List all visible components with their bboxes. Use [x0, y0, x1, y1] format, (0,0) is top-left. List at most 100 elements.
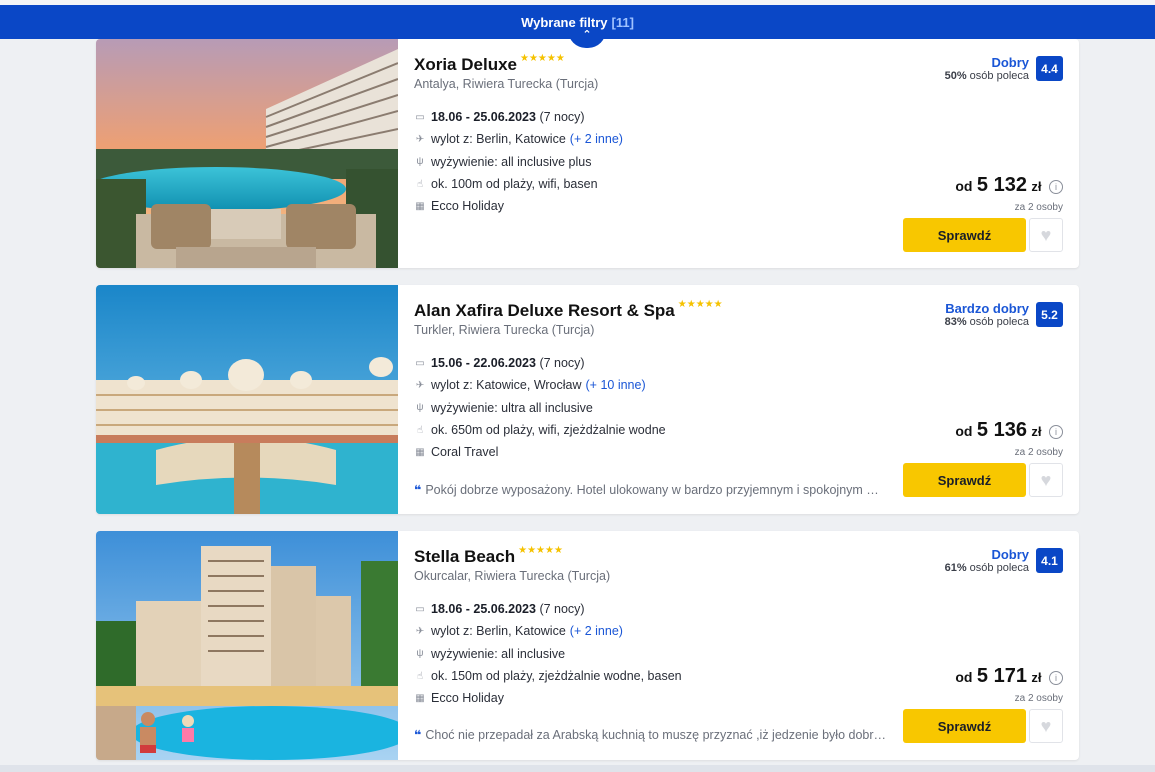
offer-details: ▭ 18.06 - 25.06.2023 (7 nocy) ✈ wylot z: B… — [414, 106, 623, 217]
rating-score: 4.4 — [1036, 56, 1063, 81]
rating-score: 5.2 — [1036, 302, 1063, 327]
hotel-rating: Bardzo dobry 83% osób poleca 5.2 — [945, 301, 1063, 328]
star-rating: ★★★★★ — [518, 545, 563, 556]
star-rating: ★★★★★ — [677, 299, 723, 310]
offer-price: od 5 171 zł i za 2 osoby — [955, 665, 1063, 704]
hotel-location: Okurcalar, Riwiera Turecka (Turcja) — [414, 569, 611, 583]
check-offer-button[interactable]: Sprawdź — [903, 463, 1026, 497]
price-note: za 2 osoby — [1014, 202, 1063, 213]
offer-price: od 5 132 zł i za 2 osoby — [955, 174, 1063, 213]
recommend-label: osób poleca — [969, 70, 1029, 82]
departure-more-link[interactable]: (+ 2 inne) — [570, 132, 623, 146]
offer-details: ▭ 18.06 - 25.06.2023 (7 nocy) ✈ wylot z: B… — [414, 598, 682, 709]
hotel-card: Stella Beach ★★★★★ Okurcalar, Riwiera Tur… — [96, 531, 1079, 760]
selected-filters-label: Wybrane filtry — [521, 14, 608, 30]
offer-board: wyżywienie: ultra all inclusive — [431, 400, 593, 415]
hotel-info: Xoria Deluxe ★★★★★ Antalya, Riwiera Turec… — [414, 39, 1079, 268]
selected-filters-bar[interactable]: Wybrane filtry [11] ⌃ — [0, 5, 1155, 48]
offer-departure: wylot z: Katowice, Wrocław — [431, 378, 582, 393]
cutlery-icon: ψ — [416, 648, 424, 660]
rating-label: Bardzo dobry — [945, 301, 1029, 316]
hotel-location: Turkler, Riwiera Turecka (Turcja) — [414, 323, 595, 337]
tour-operator: Ecco Holiday — [431, 691, 504, 706]
thumb-up-icon: ☝ — [416, 424, 424, 436]
offer-dates: 18.06 - 25.06.2023 — [431, 110, 536, 125]
recommend-label: osób poleca — [969, 316, 1029, 328]
hotel-card: Alan Xafira Deluxe Resort & Spa ★★★★★ Tur… — [96, 285, 1079, 514]
offer-nights: (7 nocy) — [539, 356, 585, 371]
hotel-info: Stella Beach ★★★★★ Okurcalar, Riwiera Tur… — [414, 531, 1079, 760]
hotel-name[interactable]: Alan Xafira Deluxe Resort & Spa ★★★★★ — [414, 299, 723, 321]
price-currency: zł — [1031, 179, 1042, 194]
selected-filters-count: [11] — [611, 14, 634, 30]
review-text: Pokój dobrze wyposażony. Hotel ulokowany… — [425, 483, 889, 497]
price-note: za 2 osoby — [1014, 693, 1063, 704]
offer-features: ok. 150m od plaży, zjeżdżalnie wodne, ba… — [431, 669, 682, 684]
offer-dates: 18.06 - 25.06.2023 — [431, 602, 536, 617]
recommend-percent: 50% — [944, 70, 967, 82]
hotel-photo[interactable] — [96, 285, 398, 514]
price-currency: zł — [1031, 670, 1042, 685]
tour-operator: Coral Travel — [431, 445, 499, 460]
offer-features: ok. 100m od plaży, wifi, basen — [431, 177, 598, 192]
tour-operator: Ecco Holiday — [431, 199, 504, 214]
info-icon[interactable]: i — [1049, 424, 1063, 439]
offer-dates: 15.06 - 22.06.2023 — [431, 356, 536, 371]
thumb-up-icon: ☝ — [416, 670, 424, 682]
rating-label: Dobry — [991, 547, 1029, 562]
hotel-photo[interactable] — [96, 39, 398, 268]
price-amount: 5 132 — [976, 174, 1027, 196]
price-amount: 5 136 — [976, 419, 1027, 441]
hotel-photo[interactable] — [96, 531, 398, 760]
price-prefix: od — [955, 423, 973, 439]
hotel-name[interactable]: Stella Beach ★★★★★ — [414, 545, 563, 567]
cutlery-icon: ψ — [416, 402, 424, 414]
building-icon: ▦ — [415, 446, 425, 458]
plane-icon: ✈ — [415, 625, 425, 637]
info-icon[interactable]: i — [1049, 179, 1063, 194]
thumb-up-icon: ☝ — [416, 178, 424, 190]
recommend-percent: 61% — [944, 562, 967, 574]
offer-nights: (7 nocy) — [539, 110, 585, 125]
price-note: za 2 osoby — [1014, 447, 1063, 458]
hotel-name[interactable]: Xoria Deluxe ★★★★★ — [414, 53, 565, 75]
rating-score: 4.1 — [1036, 548, 1063, 573]
favorite-heart-icon[interactable]: ♥ — [1029, 709, 1063, 743]
favorite-heart-icon[interactable]: ♥ — [1029, 463, 1063, 497]
offer-board: wyżywienie: all inclusive plus — [431, 154, 592, 169]
review-snippet[interactable]: ❝ Pokój dobrze wyposażony. Hotel ulokowan… — [414, 482, 889, 497]
departure-more-link[interactable]: (+ 10 inne) — [586, 378, 646, 392]
calendar-icon: ▭ — [415, 603, 425, 615]
offer-departure: wylot z: Berlin, Katowice — [431, 624, 566, 639]
review-snippet[interactable]: ❝ Choć nie przepadał za Arabską kuchnią t… — [414, 727, 889, 742]
recommend-percent: 83% — [944, 316, 967, 328]
plane-icon: ✈ — [415, 133, 425, 145]
price-prefix: od — [955, 669, 973, 685]
price-currency: zł — [1031, 424, 1042, 439]
building-icon: ▦ — [415, 200, 425, 212]
quote-icon: ❝ — [414, 483, 422, 497]
hotel-card: Xoria Deluxe ★★★★★ Antalya, Riwiera Turec… — [96, 39, 1079, 268]
hotel-rating: Dobry 50% osób poleca 4.4 — [945, 55, 1063, 82]
price-amount: 5 171 — [976, 665, 1027, 687]
calendar-icon: ▭ — [415, 111, 425, 123]
check-offer-button[interactable]: Sprawdź — [903, 709, 1026, 743]
offer-price: od 5 136 zł i za 2 osoby — [955, 419, 1063, 458]
offer-board: wyżywienie: all inclusive — [431, 646, 566, 661]
rating-label: Dobry — [991, 55, 1029, 70]
departure-more-link[interactable]: (+ 2 inne) — [570, 624, 623, 638]
hotel-info: Alan Xafira Deluxe Resort & Spa ★★★★★ Tur… — [414, 285, 1079, 514]
plane-icon: ✈ — [415, 379, 425, 391]
check-offer-button[interactable]: Sprawdź — [903, 218, 1026, 252]
offer-features: ok. 650m od plaży, wifi, zjeżdżalnie wod… — [431, 423, 666, 438]
price-prefix: od — [955, 178, 973, 194]
info-icon[interactable]: i — [1049, 670, 1063, 685]
review-text: Choć nie przepadał za Arabską kuchnią to… — [425, 728, 889, 742]
calendar-icon: ▭ — [415, 357, 425, 369]
hotel-rating: Dobry 61% osób poleca 4.1 — [945, 547, 1063, 574]
hotel-location: Antalya, Riwiera Turecka (Turcja) — [414, 77, 599, 91]
bottom-strip — [0, 765, 1155, 772]
offer-departure: wylot z: Berlin, Katowice — [431, 132, 566, 147]
recommend-label: osób poleca — [969, 562, 1029, 574]
favorite-heart-icon[interactable]: ♥ — [1029, 218, 1063, 252]
